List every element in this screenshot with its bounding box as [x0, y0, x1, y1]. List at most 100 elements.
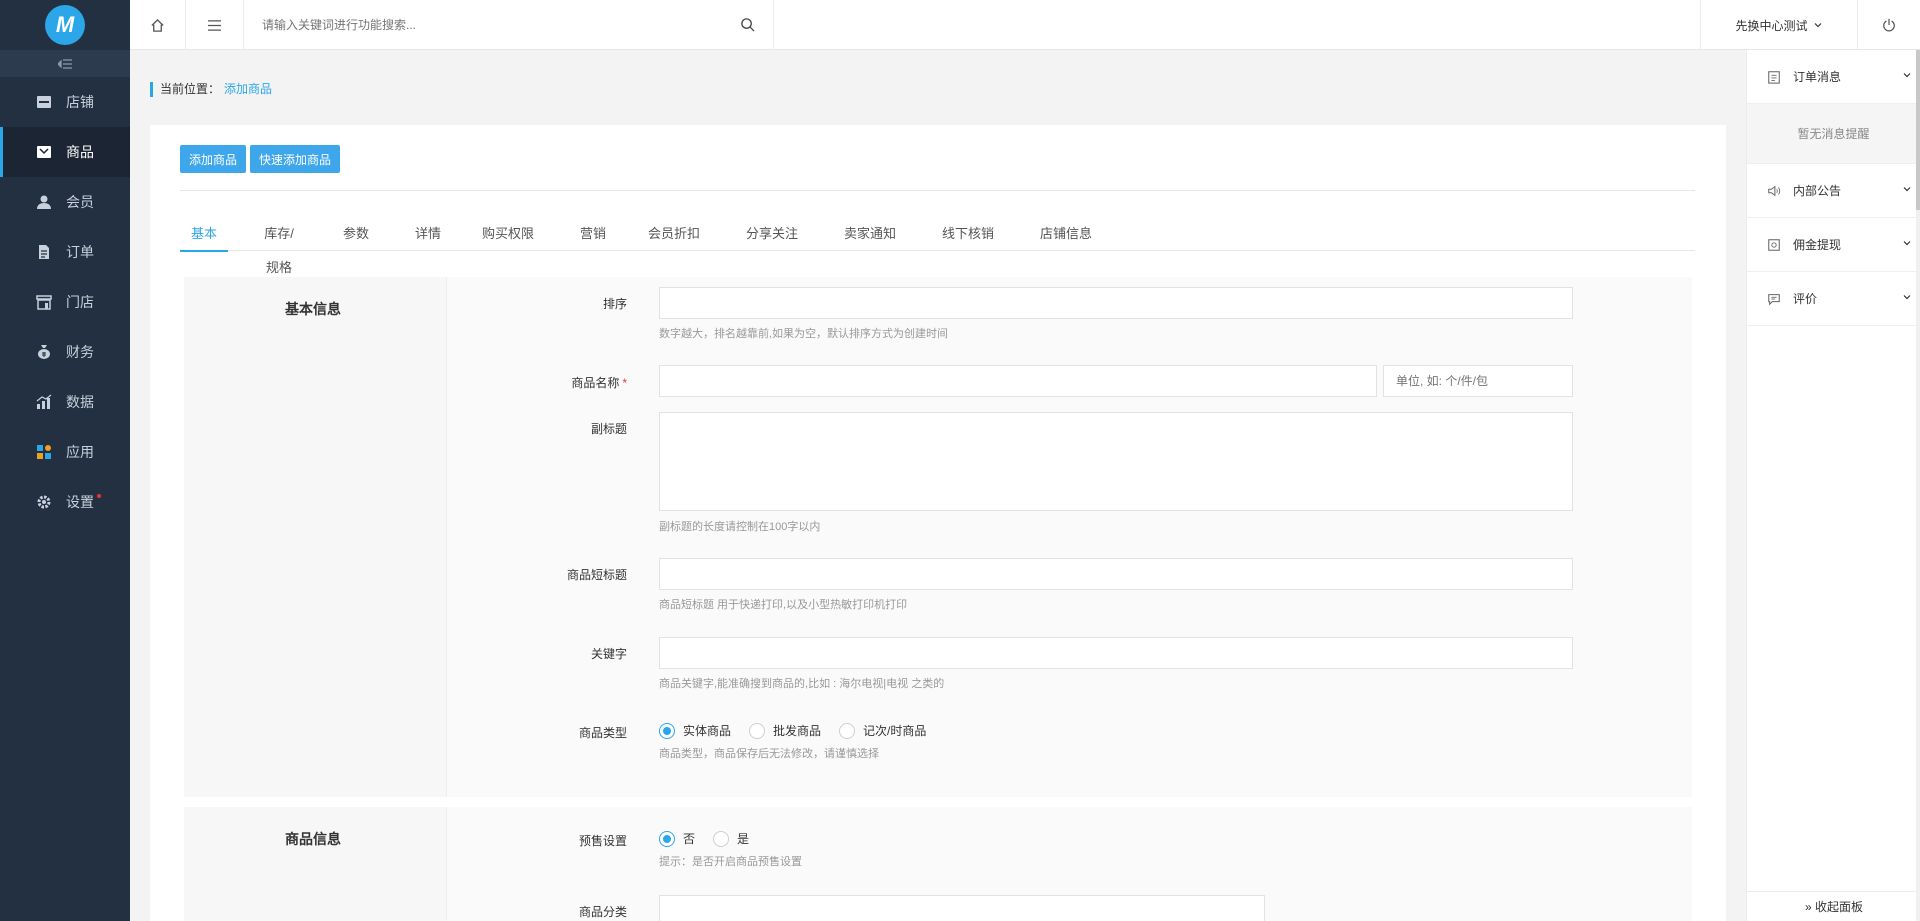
goods-type-radio-group: 实体商品 批发商品 记次/时商品 [659, 722, 944, 739]
tab-details[interactable]: 详情 [414, 217, 442, 251]
keyword-hint: 商品关键字,能准确搜到商品的,比如 : 海尔电视|电视 之类的 [659, 678, 945, 690]
goods-name-input[interactable] [660, 366, 1376, 396]
collapse-icon [58, 58, 72, 69]
sidebar-item-label: 数据 [66, 394, 94, 410]
tab-seller-notify[interactable]: 卖家通知 [844, 217, 896, 251]
search-icon[interactable] [740, 17, 755, 32]
tab-stock-spec[interactable]: 库存/规格 [258, 217, 300, 275]
tab-shop-info[interactable]: 店铺信息 [1040, 217, 1092, 251]
sidebar-item-apps[interactable]: 应用 [0, 427, 130, 477]
sidebar-item-label: 订单 [66, 244, 94, 260]
section-title: 商品信息 [285, 831, 341, 847]
collapse-panel-button[interactable]: » 收起面板 [1747, 891, 1920, 921]
sidebar-collapse-button[interactable] [0, 50, 130, 77]
internal-notice-label: 内部公告 [1793, 184, 1842, 198]
goods-name-label-text: 商品名称 [571, 376, 620, 390]
tab-offline-verify[interactable]: 线下核销 [942, 217, 994, 251]
goods-name-label: 商品名称 * [447, 374, 627, 391]
store-icon [36, 295, 52, 310]
tab-params[interactable]: 参数 [342, 217, 370, 251]
chevron-down-icon [1903, 187, 1911, 192]
sidebar-item-data[interactable]: 数据 [0, 377, 130, 427]
logout-button[interactable] [1858, 0, 1920, 50]
subtitle-textarea[interactable] [660, 413, 1572, 510]
sidebar-item-goods[interactable]: 商品 [0, 127, 130, 177]
right-panel: 订单消息 暂无消息提醒 内部公告 佣金提现 评价 » 收起面板 [1746, 50, 1920, 921]
order-messages-label: 订单消息 [1793, 70, 1842, 84]
finance-icon [36, 345, 52, 359]
store-switch-label: 先换中心测试 [1735, 18, 1808, 33]
topbar: 先换中心测试 [130, 0, 1920, 50]
tab-share-follow[interactable]: 分享关注 [746, 217, 798, 251]
search-box [244, 0, 774, 50]
category-input[interactable] [660, 896, 1264, 921]
menu-icon [208, 19, 221, 31]
radio-button[interactable] [659, 722, 675, 739]
breadcrumb-current[interactable]: 添加商品 [224, 82, 272, 96]
sidebar-item-label: 会员 [66, 194, 94, 210]
presale-option-no[interactable]: 否 [659, 830, 695, 847]
scrollbar[interactable] [1916, 50, 1920, 921]
sidebar-item-member[interactable]: 会员 [0, 177, 130, 227]
commission-withdraw-panel[interactable]: 佣金提现 [1747, 218, 1920, 272]
data-icon [36, 394, 52, 409]
sidebar-item-finance[interactable]: 财务 [0, 327, 130, 377]
divider [180, 190, 1695, 191]
shop-icon [36, 95, 52, 109]
sidebar: M 店铺 商品 会员 订单 门店 财务 数据 应用 设置 [0, 0, 130, 921]
sidebar-item-store[interactable]: 门店 [0, 277, 130, 327]
goods-info-section: 商品信息 预售设置 否 是 提示：是否开启商品预售设置 商品分类 [184, 807, 1692, 921]
sidebar-item-order[interactable]: 订单 [0, 227, 130, 277]
order-messages-panel[interactable]: 订单消息 [1747, 50, 1920, 104]
scrollbar-thumb[interactable] [1916, 50, 1920, 210]
radio-button[interactable] [749, 722, 766, 739]
menu-button[interactable] [186, 0, 244, 50]
breadcrumb-prefix: 当前位置： [160, 82, 221, 96]
section-header: 基本信息 [184, 277, 442, 797]
tab-member-discount[interactable]: 会员折扣 [648, 217, 700, 251]
search-input[interactable] [262, 18, 702, 32]
tab-basic[interactable]: 基本 [180, 217, 228, 252]
radio-button[interactable] [839, 722, 856, 739]
radio-button[interactable] [659, 830, 675, 847]
logo[interactable]: M [45, 5, 85, 45]
speaker-icon [1767, 184, 1781, 198]
radio-button[interactable] [713, 830, 730, 847]
section-body: 预售设置 否 是 提示：是否开启商品预售设置 商品分类 [446, 807, 1692, 921]
internal-notice-panel[interactable]: 内部公告 [1747, 164, 1920, 218]
radio-label: 批发商品 [773, 724, 822, 738]
goods-type-option-physical[interactable]: 实体商品 [659, 722, 731, 739]
add-goods-button[interactable]: 添加商品 [180, 145, 247, 173]
store-switch-dropdown[interactable]: 先换中心测试 [1700, 0, 1858, 50]
goods-name-field [659, 365, 1377, 397]
breadcrumb: 当前位置： 添加商品 [150, 82, 272, 97]
quick-add-goods-button[interactable]: 快速添加商品 [250, 145, 341, 173]
chevron-down-icon [1814, 23, 1821, 28]
goods-type-option-count[interactable]: 记次/时商品 [839, 722, 926, 739]
goods-type-option-wholesale[interactable]: 批发商品 [749, 722, 821, 739]
settings-badge [97, 494, 101, 498]
sidebar-item-settings[interactable]: 设置 [0, 477, 130, 527]
main-card: 添加商品 快速添加商品 基本 库存/规格 参数 详情 购买权限 营销 会员折扣 … [150, 125, 1726, 921]
tab-marketing[interactable]: 营销 [579, 217, 607, 251]
goods-type-label: 商品类型 [578, 726, 627, 740]
sidebar-item-label: 应用 [66, 444, 94, 460]
logo-area: M [0, 0, 130, 50]
presale-option-yes[interactable]: 是 [713, 830, 749, 847]
short-title-input[interactable] [660, 559, 1572, 589]
wallet-icon [1767, 238, 1781, 252]
keyword-input[interactable] [660, 638, 1572, 668]
sidebar-item-shop[interactable]: 店铺 [0, 77, 130, 127]
radio-label: 实体商品 [683, 724, 732, 738]
unit-input[interactable] [1384, 366, 1572, 396]
sort-input[interactable] [660, 288, 1572, 318]
order-icon [36, 245, 52, 259]
reviews-panel[interactable]: 评价 [1747, 272, 1920, 326]
comment-icon [1767, 292, 1781, 306]
radio-label: 否 [683, 832, 696, 846]
tab-purchase-permission[interactable]: 购买权限 [482, 217, 534, 251]
basic-info-section: 基本信息 排序 数字越大，排名越靠前,如果为空，默认排序方式为创建时间 商品名称… [184, 277, 1692, 797]
unit-field [1383, 365, 1573, 397]
home-button[interactable] [130, 0, 186, 50]
goods-icon [36, 145, 52, 159]
